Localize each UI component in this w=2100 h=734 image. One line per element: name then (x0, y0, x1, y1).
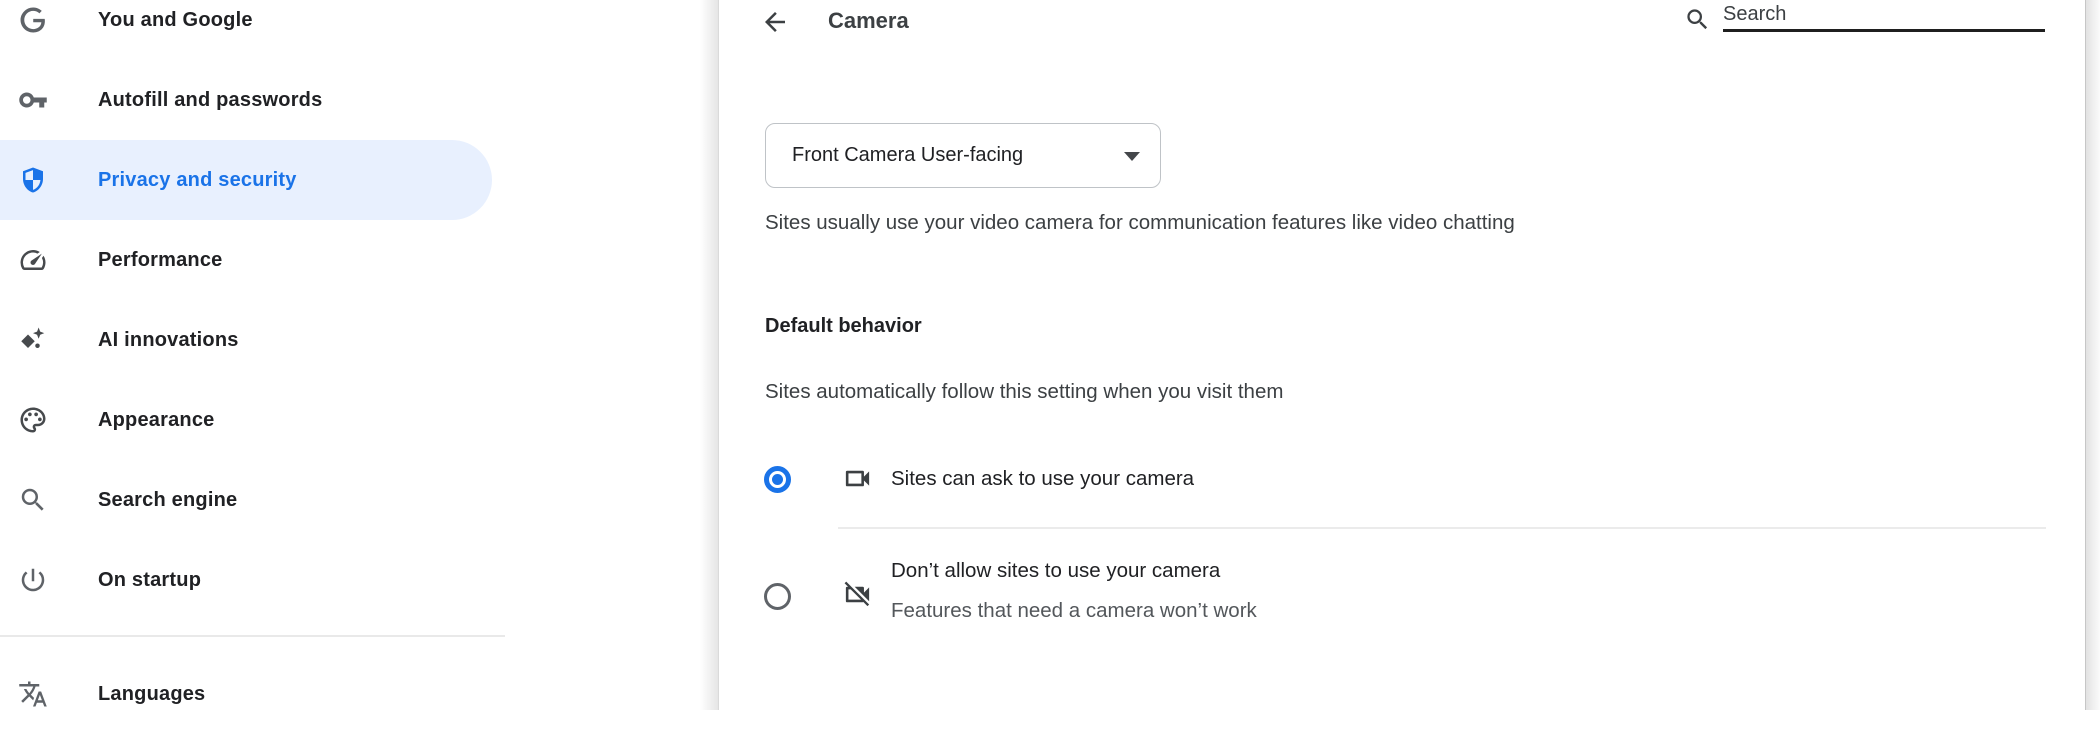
google-g-icon (18, 5, 48, 35)
default-behavior-subheading: Sites automatically follow this setting … (765, 380, 1284, 403)
sidebar-item-ai-innovations[interactable]: AI innovations (0, 300, 492, 380)
radio-dot (772, 474, 783, 485)
back-button[interactable] (758, 5, 792, 39)
videocam-icon (842, 463, 873, 494)
option-label-sites-can-ask[interactable]: Sites can ask to use your camera (891, 467, 1194, 491)
radio-sites-can-ask[interactable] (764, 466, 791, 493)
sparkles-icon (18, 325, 48, 355)
search-icon (1684, 6, 1711, 33)
sidebar-item-on-startup[interactable]: On startup (0, 540, 492, 620)
settings-search (1680, 0, 2046, 40)
radio-dont-allow[interactable] (764, 583, 791, 610)
sidebar-item-label: On startup (98, 568, 202, 591)
option-label-dont-allow[interactable]: Don’t allow sites to use your camera (891, 559, 1220, 583)
sidebar-item-label: Performance (98, 248, 223, 271)
option-sublabel-dont-allow: Features that need a camera won’t work (891, 599, 1257, 622)
sidebar-item-label: Privacy and security (98, 168, 297, 191)
sidebar-item-performance[interactable]: Performance (0, 220, 492, 300)
magnifier-icon (18, 485, 48, 515)
search-input[interactable] (1723, 0, 2045, 32)
sidebar-item-search-engine[interactable]: Search engine (0, 460, 492, 540)
sidebar-item-label: You and Google (98, 8, 253, 31)
palette-icon (18, 405, 48, 435)
sidebar-item-you-and-google[interactable]: You and Google (0, 0, 492, 60)
camera-device-value: Front Camera User-facing (792, 144, 1024, 166)
content-panel-edge (700, 0, 719, 710)
camera-description: Sites usually use your video camera for … (765, 211, 1515, 234)
chevron-down-icon (1124, 152, 1140, 161)
vertical-scrollbar[interactable] (2085, 0, 2100, 710)
settings-sidebar: You and Google Autofill and passwords Pr… (0, 0, 505, 710)
speedometer-icon (18, 245, 48, 275)
key-icon (18, 85, 48, 115)
sidebar-item-appearance[interactable]: Appearance (0, 380, 492, 460)
sidebar-item-label: Search engine (98, 488, 238, 511)
shield-icon (18, 165, 48, 195)
page-title: Camera (828, 8, 909, 33)
translate-icon (18, 679, 48, 709)
sidebar-item-label: Appearance (98, 408, 215, 431)
sidebar-item-languages[interactable]: Languages (0, 654, 492, 734)
back-arrow-icon (760, 7, 790, 37)
sidebar-item-label: Languages (98, 682, 206, 705)
sidebar-item-label: AI innovations (98, 328, 239, 351)
camera-device-select[interactable]: Front Camera User-facing (765, 123, 1161, 188)
power-icon (18, 565, 48, 595)
sidebar-divider (0, 635, 505, 637)
sidebar-item-label: Autofill and passwords (98, 88, 323, 111)
sidebar-item-autofill[interactable]: Autofill and passwords (0, 60, 492, 140)
option-divider (838, 527, 2046, 529)
videocam-off-icon (842, 579, 873, 610)
sidebar-item-privacy-and-security[interactable]: Privacy and security (0, 140, 492, 220)
default-behavior-heading: Default behavior (765, 315, 922, 337)
